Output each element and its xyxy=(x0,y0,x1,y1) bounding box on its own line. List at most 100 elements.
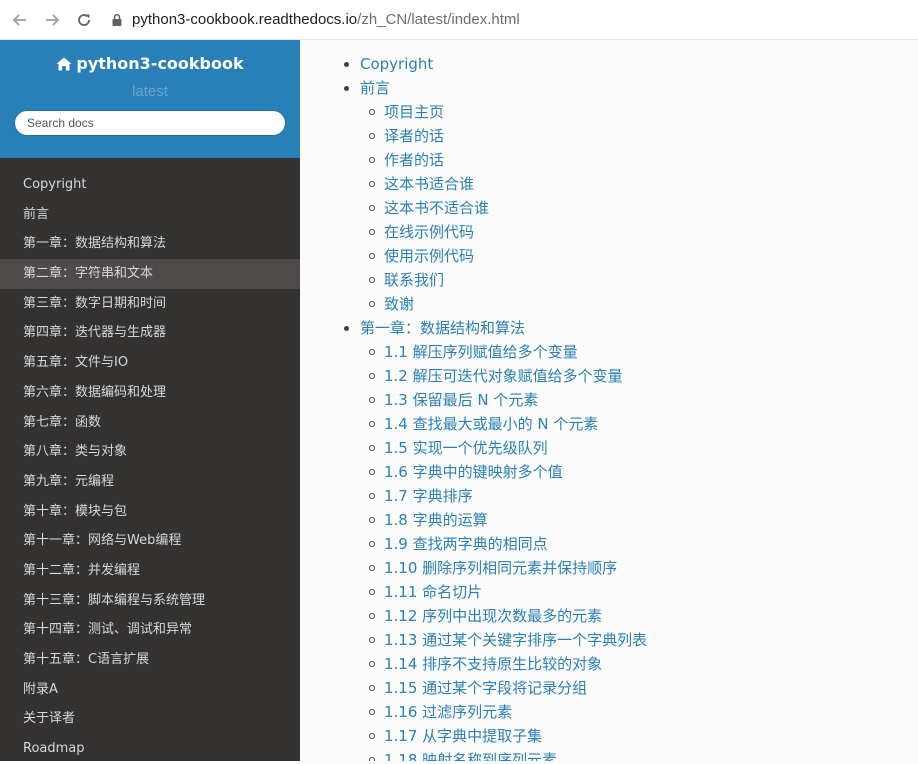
toc-subsection-label: 1.3 保留最后 N 个元素 xyxy=(384,391,539,409)
sidebar-item-2[interactable]: 第一章：数据结构和算法 xyxy=(0,229,300,259)
toc-section: Copyright xyxy=(344,52,918,76)
sidebar-item-12[interactable]: 第十一章：网络与Web编程 xyxy=(0,526,300,556)
toc-section-link[interactable]: 前言 xyxy=(360,79,390,97)
bullet-icon xyxy=(344,86,349,91)
reload-button[interactable] xyxy=(72,8,96,32)
circle-bullet-icon xyxy=(369,229,375,235)
circle-bullet-icon xyxy=(369,661,375,667)
toc-subsection-label: 这本书适合谁 xyxy=(384,175,475,193)
toc-subsection-link[interactable]: 1.1 解压序列赋值给多个变量 xyxy=(369,340,918,364)
toc-subsection-link[interactable]: 1.15 通过某个字段将记录分组 xyxy=(369,676,918,700)
circle-bullet-icon xyxy=(369,205,375,211)
sidebar-item-18[interactable]: 关于译者 xyxy=(0,704,300,734)
search-form xyxy=(14,109,286,136)
toc-subsection-label: 致谢 xyxy=(384,295,415,313)
main-toc: Copyright 前言项目主页 译者的话作者的话这本书适合谁这本书不适合谁在线示例… xyxy=(300,40,918,761)
bullet-icon xyxy=(344,62,349,67)
url-host: python3-cookbook.readthedocs.io xyxy=(132,11,358,28)
toc-subsection-link[interactable]: 1.17 从字典中提取子集 xyxy=(369,724,918,748)
sidebar-item-4[interactable]: 第三章：数字日期和时间 xyxy=(0,289,300,319)
sidebar: python3-cookbook latest Copyright前言第一章：数… xyxy=(0,40,300,761)
toc-subsection-label: 1.5 实现一个优先级队列 xyxy=(384,439,548,457)
circle-bullet-icon xyxy=(369,541,375,547)
toc-subsection-link[interactable]: 1.12 序列中出现次数最多的元素 xyxy=(369,604,918,628)
toc-subsection-link[interactable]: 1.11 命名切片 xyxy=(369,580,918,604)
back-button[interactable] xyxy=(8,8,32,32)
toc-subsection-link[interactable]: 1.6 字典中的键映射多个值 xyxy=(369,460,918,484)
toc-subsection-label: 1.12 序列中出现次数最多的元素 xyxy=(384,607,603,625)
toc-subsection-link[interactable]: 1.8 字典的运算 xyxy=(369,508,918,532)
circle-bullet-icon xyxy=(369,373,375,379)
sidebar-item-8[interactable]: 第七章：函数 xyxy=(0,408,300,438)
toc-subsection-list: 项目主页 译者的话作者的话这本书适合谁这本书不适合谁在线示例代码使用示例代码 联系我… xyxy=(360,100,918,316)
circle-bullet-icon xyxy=(369,397,375,403)
circle-bullet-icon xyxy=(369,253,375,259)
toc-subsection-link[interactable]: 这本书适合谁 xyxy=(369,172,918,196)
toc-subsection-label: 1.7 字典排序 xyxy=(384,487,473,505)
sidebar-item-14[interactable]: 第十三章：脚本编程与系统管理 xyxy=(0,586,300,616)
toc-subsection-label: 1.11 命名切片 xyxy=(384,583,483,601)
toc-subsection-label: 1.10 删除序列相同元素并保持顺序 xyxy=(384,559,618,577)
toc-subsection-link[interactable]: 1.5 实现一个优先级队列 xyxy=(369,436,918,460)
toc-subsection-link[interactable]: 1.13 通过某个关键字排序一个字典列表 xyxy=(369,628,918,652)
sidebar-item-5[interactable]: 第四章：迭代器与生成器 xyxy=(0,318,300,348)
forward-button[interactable] xyxy=(40,8,64,32)
circle-bullet-icon xyxy=(369,181,375,187)
toc-subsection-link[interactable]: 1.7 字典排序 xyxy=(369,484,918,508)
toc-subsection-link[interactable]: 1.14 排序不支持原生比较的对象 xyxy=(369,652,918,676)
toc-subsection-link[interactable]: 这本书不适合谁 xyxy=(369,196,918,220)
sidebar-item-13[interactable]: 第十二章：并发编程 xyxy=(0,556,300,586)
toc-subsection-link[interactable]: 1.10 删除序列相同元素并保持顺序 xyxy=(369,556,918,580)
sidebar-toc: Copyright 前言 第一章：数据结构和算法 第二章：字符串和文本 第三章：数字日期… xyxy=(0,158,300,764)
sidebar-item-6[interactable]: 第五章：文件与IO xyxy=(0,348,300,378)
toc-subsection-label: 作者的话 xyxy=(384,151,445,169)
address-bar[interactable]: python3-cookbook.readthedocs.io/zh_CN/la… xyxy=(110,6,520,34)
toc-subsection-label: 1.8 字典的运算 xyxy=(384,511,488,529)
toc-subsection-label: 1.13 通过某个关键字排序一个字典列表 xyxy=(384,631,648,649)
toc-subsection-label: 1.9 查找两字典的相同点 xyxy=(384,535,548,553)
sidebar-item-10[interactable]: 第九章：元编程 xyxy=(0,467,300,497)
toc-subsection-link[interactable]: 1.3 保留最后 N 个元素 xyxy=(369,388,918,412)
toc-subsection-link[interactable]: 作者的话 xyxy=(369,148,918,172)
toc-subsection-link[interactable]: 1.18 映射名称到序列元素 xyxy=(369,748,918,761)
circle-bullet-icon xyxy=(369,157,375,163)
toc-subsection-link[interactable]: 1.16 过滤序列元素 xyxy=(369,700,918,724)
sidebar-item-16[interactable]: 第十五章：C语言扩展 xyxy=(0,645,300,675)
bullet-icon xyxy=(344,326,349,331)
circle-bullet-icon xyxy=(369,637,375,643)
sidebar-item-7[interactable]: 第六章：数据编码和处理 xyxy=(0,378,300,408)
sidebar-item-0[interactable]: Copyright xyxy=(0,170,300,200)
toc-subsection-link[interactable]: 联系我们 xyxy=(369,268,918,292)
search-input[interactable] xyxy=(14,109,286,136)
toc-subsection-link[interactable]: 1.9 查找两字典的相同点 xyxy=(369,532,918,556)
sidebar-item-1[interactable]: 前言 xyxy=(0,200,300,230)
circle-bullet-icon xyxy=(369,349,375,355)
circle-bullet-icon xyxy=(369,589,375,595)
toc-subsection-link[interactable]: 译者的话 xyxy=(369,124,918,148)
toc-section-link[interactable]: 第一章：数据结构和算法 xyxy=(360,319,525,337)
toc-subsection-link[interactable]: 1.2 解压可迭代对象赋值给多个变量 xyxy=(369,364,918,388)
toc-subsection-link[interactable]: 项目主页 xyxy=(369,100,918,124)
browser-toolbar: python3-cookbook.readthedocs.io/zh_CN/la… xyxy=(0,0,918,40)
circle-bullet-icon xyxy=(369,133,375,139)
sidebar-item-17[interactable]: 附录A xyxy=(0,675,300,705)
sidebar-item-3[interactable]: 第二章：字符串和文本 xyxy=(0,259,300,289)
arrow-right-icon xyxy=(46,13,60,26)
toc-subsection-label: 在线示例代码 xyxy=(384,223,475,241)
toc-section: 第一章：数据结构和算法 1.1 解压序列赋值给多个变量 1.2 解压可迭代对象赋值给… xyxy=(344,316,918,761)
sidebar-item-19[interactable]: Roadmap xyxy=(0,734,300,764)
project-home-link[interactable]: python3-cookbook xyxy=(56,54,244,73)
sidebar-item-11[interactable]: 第十章：模块与包 xyxy=(0,497,300,527)
sidebar-item-9[interactable]: 第八章：类与对象 xyxy=(0,437,300,467)
toc-section-link[interactable]: Copyright xyxy=(360,55,433,73)
toc-subsection-link[interactable]: 在线示例代码 xyxy=(369,220,918,244)
toc-subsection-label: 1.1 解压序列赋值给多个变量 xyxy=(384,343,578,361)
home-icon xyxy=(56,57,72,70)
circle-bullet-icon xyxy=(369,445,375,451)
sidebar-item-15[interactable]: 第十四章：测试、调试和异常 xyxy=(0,615,300,645)
toc-subsection-link[interactable]: 致谢 xyxy=(369,292,918,316)
circle-bullet-icon xyxy=(369,301,375,307)
toc-subsection-label: 1.15 通过某个字段将记录分组 xyxy=(384,679,588,697)
toc-subsection-link[interactable]: 1.4 查找最大或最小的 N 个元素 xyxy=(369,412,918,436)
toc-subsection-link[interactable]: 使用示例代码 xyxy=(369,244,918,268)
